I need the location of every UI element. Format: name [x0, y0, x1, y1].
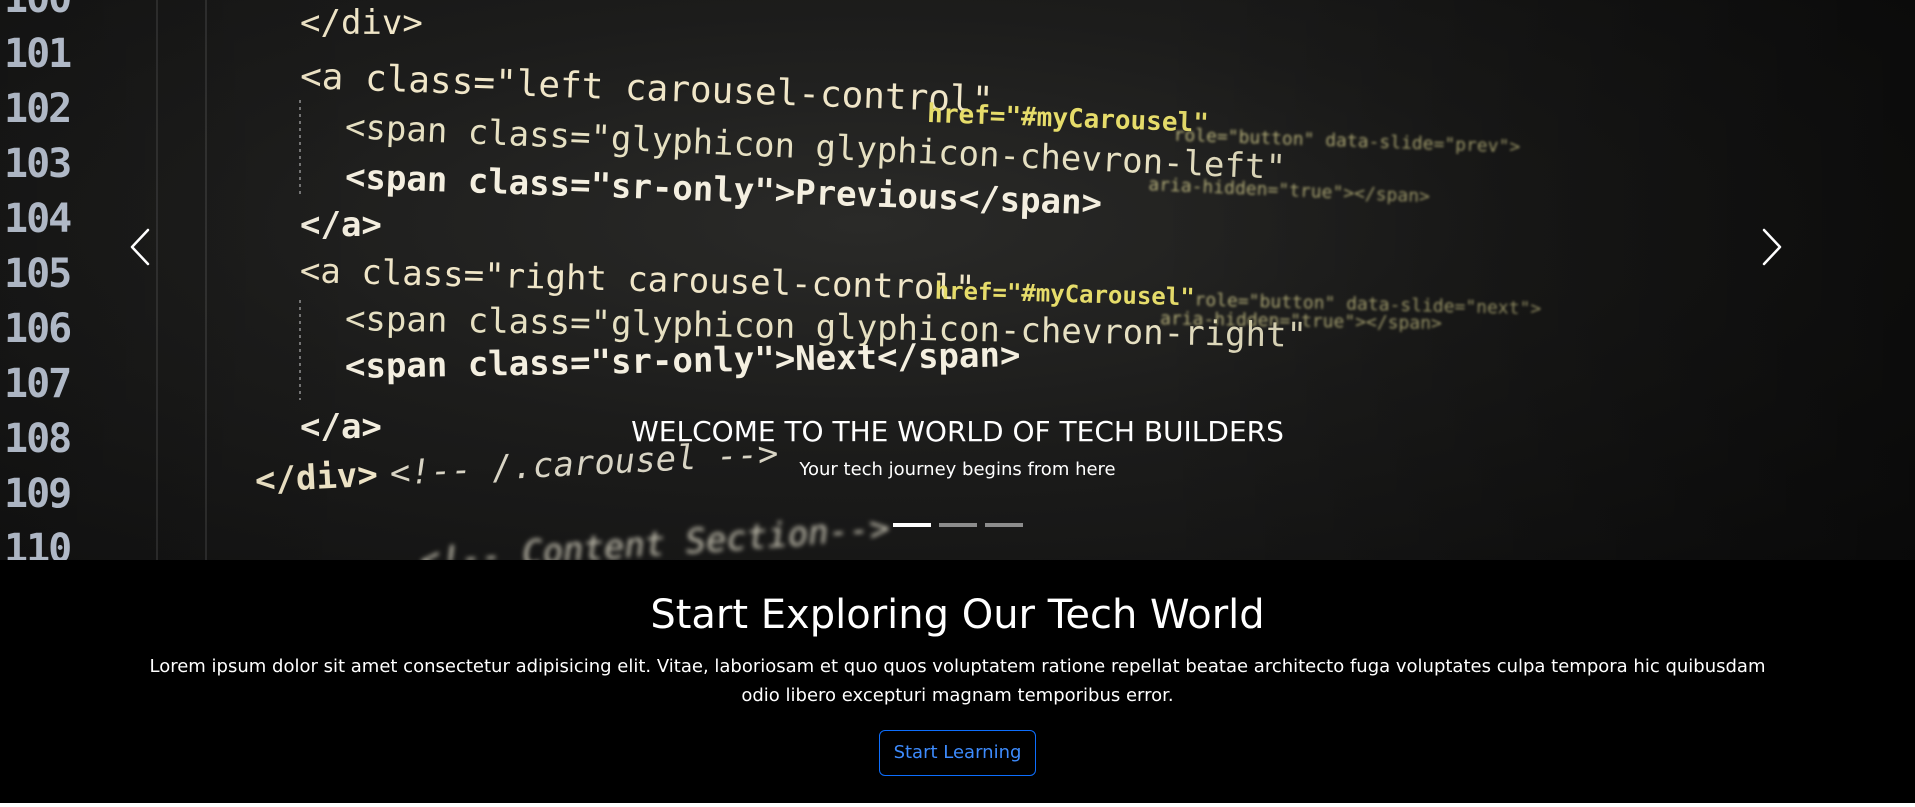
carousel-indicator-2[interactable]: [938, 523, 977, 527]
code-line: href="#myCarousel": [927, 99, 1210, 139]
explore-title: Start Exploring Our Tech World: [650, 592, 1265, 638]
carousel-indicator-3[interactable]: [984, 523, 1023, 527]
carousel-indicators: [0, 523, 1915, 527]
code-comment: <!-- Content Section-->: [419, 508, 891, 560]
start-learning-button[interactable]: Start Learning: [878, 730, 1037, 776]
carousel-caption: WELCOME TO THE WORLD OF TECH BUILDERS Yo…: [0, 412, 1915, 484]
code-line: </a>: [300, 205, 382, 245]
code-line: </div>: [300, 3, 423, 43]
code-line: <span class="sr-only">Next</span>: [345, 335, 1021, 387]
carousel-caption-title: WELCOME TO THE WORLD OF TECH BUILDERS: [631, 415, 1284, 448]
carousel-prev-button[interactable]: [120, 222, 160, 272]
hero-carousel: 100 101 102 103 104 105 106 107 108 109 …: [0, 0, 1915, 560]
code-line: aria-hidden="true"></span>: [1148, 174, 1431, 207]
page-bottom-edge: [0, 803, 1915, 807]
page: 100 101 102 103 104 105 106 107 108 109 …: [0, 0, 1915, 807]
chevron-left-icon: [130, 228, 150, 266]
carousel-indicator-1[interactable]: [892, 523, 931, 527]
carousel-caption-subtitle: Your tech journey begins from here: [799, 459, 1116, 480]
chevron-right-icon: [1762, 228, 1782, 266]
explore-section: Start Exploring Our Tech World Lorem ips…: [0, 560, 1915, 803]
explore-description: Lorem ipsum dolor sit amet consectetur a…: [149, 656, 1766, 706]
carousel-next-button[interactable]: [1752, 222, 1792, 272]
